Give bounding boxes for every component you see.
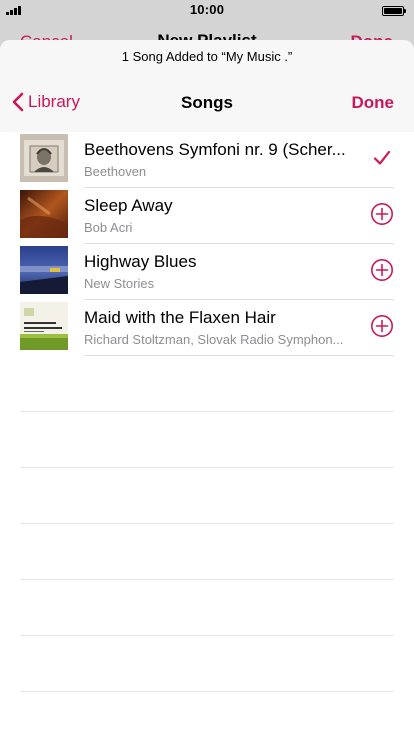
row-divider [20, 691, 394, 692]
album-art-highway-blues [20, 246, 68, 294]
song-artist: Bob Acri [84, 220, 133, 235]
song-row[interactable]: Maid with the Flaxen Hair Richard Stoltz… [0, 300, 414, 356]
song-row[interactable]: Sleep Away Bob Acri [0, 188, 414, 244]
album-art-beethoven [20, 134, 68, 182]
empty-row [0, 524, 414, 580]
song-list: Beethovens Symfoni nr. 9 (Scher... Beeth… [0, 132, 414, 692]
song-row[interactable]: Beethovens Symfoni nr. 9 (Scher... Beeth… [0, 132, 414, 188]
album-art-maid-flaxen-hair [20, 302, 68, 350]
songs-sheet: 1 Song Added to “My Music .” Library Son… [0, 40, 414, 736]
status-bar: 10:00 [0, 0, 414, 20]
song-artist: Richard Stoltzman, Slovak Radio Symphon.… [84, 332, 344, 347]
sheet-header: 1 Song Added to “My Music .” Library Son… [0, 40, 414, 132]
battery-icon [382, 6, 406, 16]
status-time: 10:00 [189, 2, 225, 17]
add-circle-icon[interactable] [370, 258, 394, 282]
add-circle-icon[interactable] [370, 314, 394, 338]
song-title: Sleep Away [84, 196, 173, 215]
empty-row [0, 356, 414, 412]
album-art-sleep-away [20, 190, 68, 238]
song-title: Maid with the Flaxen Hair [84, 308, 276, 327]
added-banner: 1 Song Added to “My Music .” [121, 49, 293, 64]
song-title: Highway Blues [84, 252, 197, 271]
add-circle-icon[interactable] [370, 202, 394, 226]
nav-bar: Library Songs Done [0, 80, 414, 124]
empty-row [0, 468, 414, 524]
checkmark-icon[interactable] [370, 146, 394, 170]
done-button[interactable]: Done [352, 93, 395, 113]
song-title: Beethovens Symfoni nr. 9 (Scher... [84, 140, 346, 159]
song-row[interactable]: Highway Blues New Stories [0, 244, 414, 300]
song-artist: New Stories [84, 276, 155, 291]
empty-row [0, 580, 414, 636]
empty-row [0, 412, 414, 468]
empty-row [0, 636, 414, 692]
song-artist: Beethoven [84, 164, 147, 179]
